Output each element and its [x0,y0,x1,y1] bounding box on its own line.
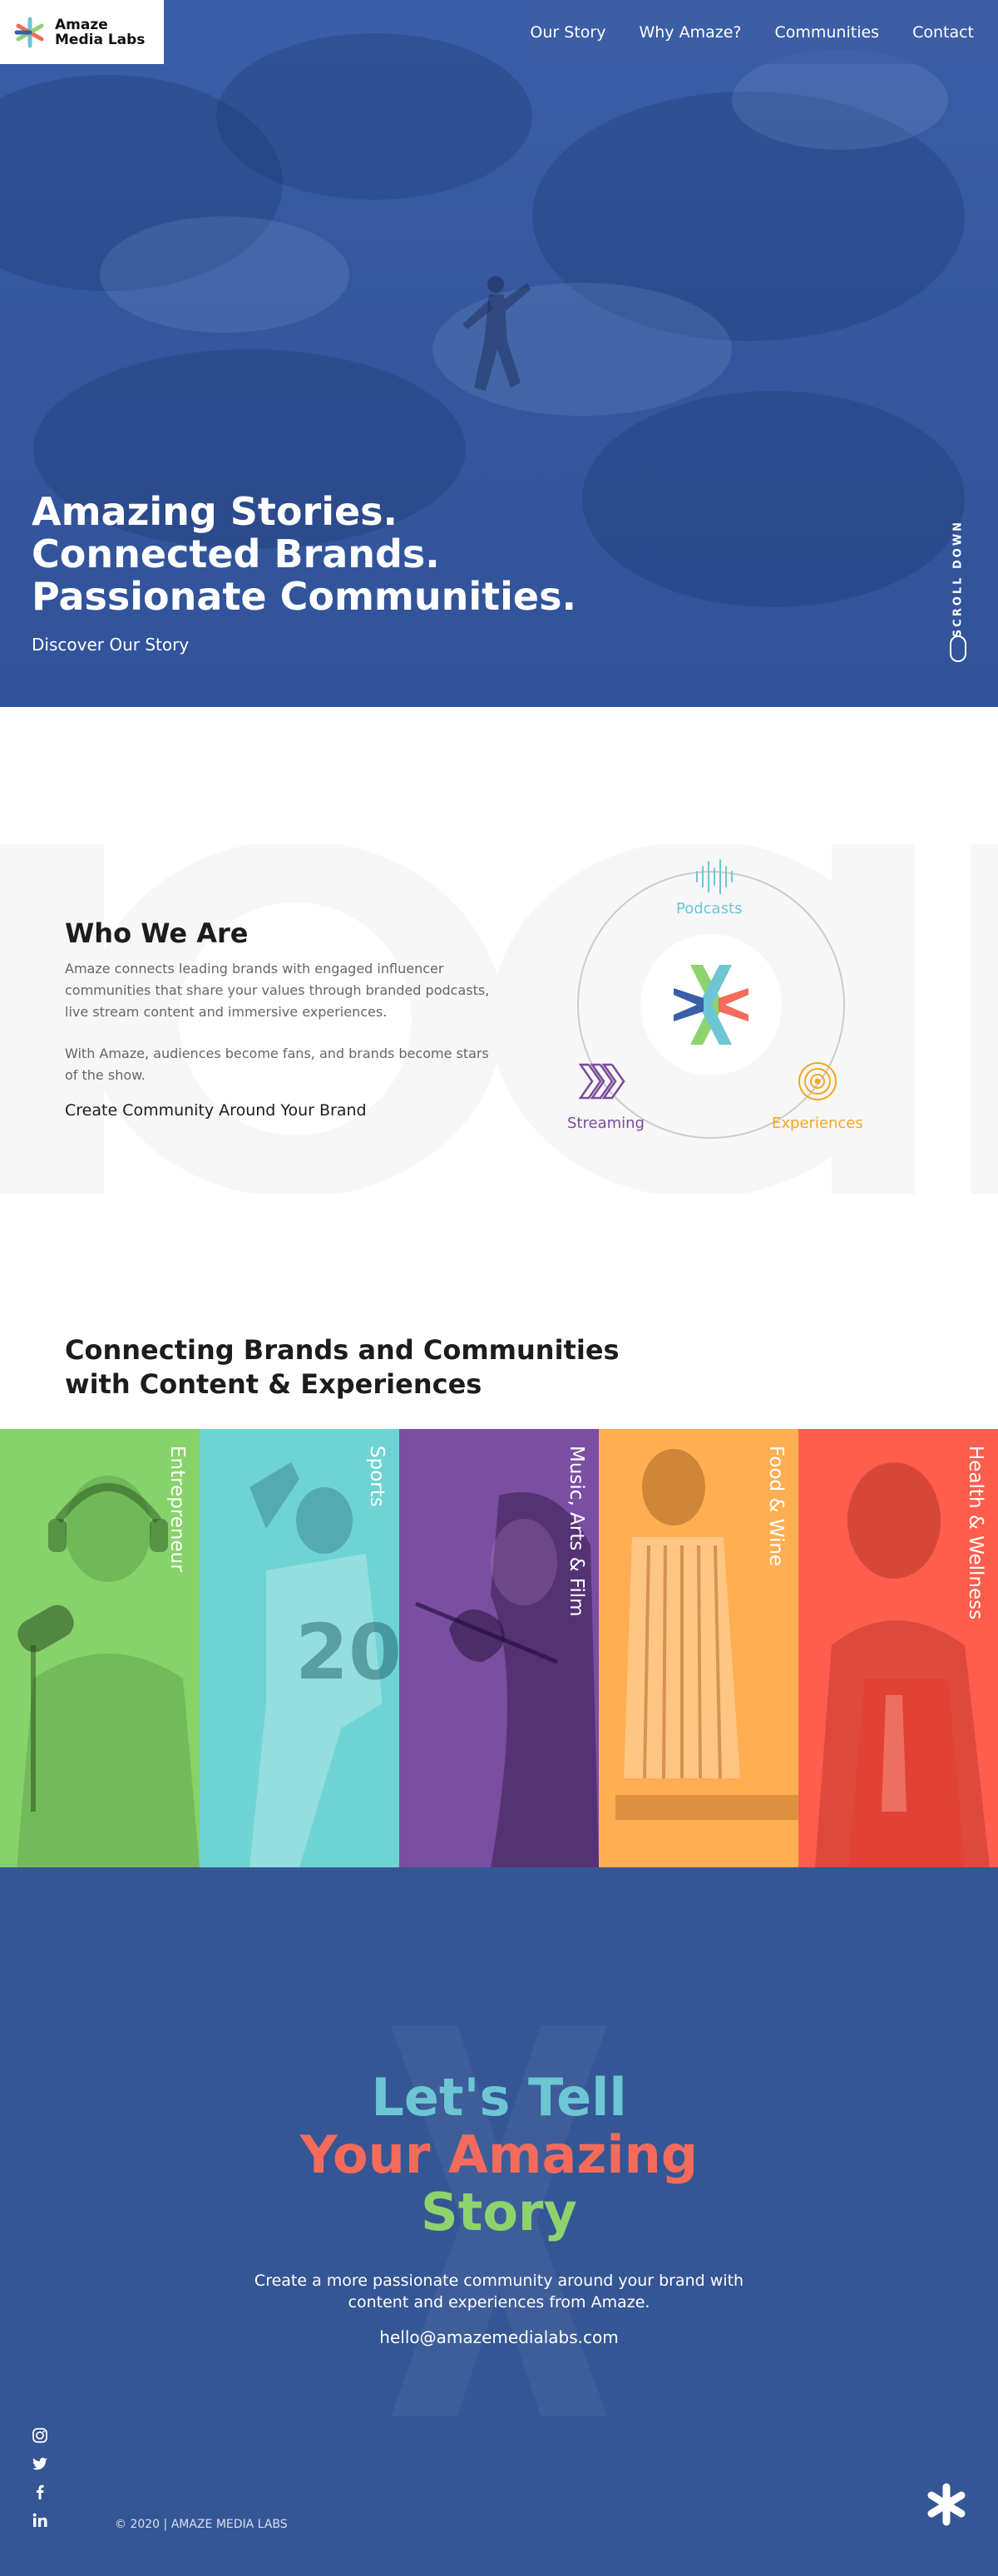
experiences-label: Experiences [772,1115,863,1132]
panel-label-sports: Sports [366,1446,388,1507]
contact-heading-line-1: Let's Tell [371,2067,627,2128]
discover-story-link[interactable]: Discover Our Story [32,635,189,655]
contact-section: Let's Tell Your Amazing Story Create a m… [0,1867,998,2576]
panel-label-health-wellness: Health & Wellness [965,1446,986,1620]
hero-headline: Amazing Stories. Connected Brands. Passi… [32,491,576,618]
panel-music-arts-film[interactable]: Music, Arts & Film [399,1429,599,1867]
services-diagram: Podcasts Streaming Experiences [557,857,890,1156]
scroll-down-label: SCROLL DOWN [951,519,965,638]
connecting-title: Connecting Brands and Communities with C… [65,1333,620,1402]
instagram-icon[interactable] [32,2427,48,2444]
mouse-icon [950,635,966,662]
podcasts-label: Podcasts [676,900,743,917]
hero-headline-line-1: Amazing Stories. [32,489,398,534]
scroll-down-indicator[interactable]: SCROLL DOWN [946,514,970,672]
nav-contact[interactable]: Contact [912,23,974,42]
amaze-logo-icon [14,17,44,47]
panel-label-entrepreneur: Entrepreneur [166,1446,188,1572]
svg-text:20: 20 [295,1608,399,1697]
hero-figure-silhouette [462,276,531,391]
panel-health-wellness[interactable]: Health & Wellness [798,1429,998,1867]
footer-copyright: © 2020 | AMAZE MEDIA LABS [115,2518,288,2531]
logo-line-2: Media Labs [55,31,146,48]
logo[interactable]: Amaze Media Labs [0,0,164,64]
hero-section: Amaze Media Labs Our Story Why Amaze? Co… [0,0,998,707]
panel-sports[interactable]: 20 Sports [200,1429,399,1867]
who-we-are-title: Who We Are [65,917,249,949]
hero-headline-line-3: Passionate Communities. [32,574,576,619]
connecting-title-line-1: Connecting Brands and Communities [65,1334,620,1366]
panel-food-wine[interactable]: Food & Wine [599,1429,798,1867]
nav-why-amaze[interactable]: Why Amaze? [639,23,741,42]
twitter-icon[interactable] [32,2455,48,2472]
contact-heading-line-3: Story [421,2182,577,2242]
podcast-waveform-icon [696,859,733,894]
nav-our-story[interactable]: Our Story [530,23,605,42]
who-we-are-section: Who We Are Amaze connects leading brands… [0,707,998,1289]
contact-description: Create a more passionate community aroun… [254,2272,744,2311]
linkedin-icon[interactable] [32,2512,48,2529]
who-we-are-paragraph-1: Amaze connects leading brands with engag… [65,961,490,1020]
hero-headline-line-2: Connected Brands. [32,532,440,576]
main-nav: Our Story Why Amaze? Communities Contact [526,0,998,64]
logo-text: Amaze Media Labs [55,17,145,47]
nav-communities[interactable]: Communities [774,23,879,42]
panel-entrepreneur[interactable]: Entrepreneur [0,1429,200,1867]
streaming-label: Streaming [567,1115,645,1132]
who-we-are-paragraph-2: With Amaze, audiences become fans, and b… [65,1046,489,1083]
contact-heading-line-2: Your Amazing [299,2124,699,2185]
connecting-title-line-2: with Content & Experiences [65,1368,482,1400]
contact-email-link[interactable]: hello@amazemedialabs.com [0,2327,998,2347]
community-panels: Entrepreneur 20 Sports Music, Arts & Fil… [0,1429,998,1867]
panel-label-food-wine: Food & Wine [765,1446,787,1567]
logo-line-1: Amaze [55,16,108,33]
asterisk-logo-icon[interactable] [925,2483,968,2526]
experiences-target-icon [798,1062,837,1100]
facebook-icon[interactable] [32,2484,48,2500]
panel-label-music-arts-film: Music, Arts & Film [566,1446,587,1617]
create-community-link[interactable]: Create Community Around Your Brand [65,1101,367,1120]
